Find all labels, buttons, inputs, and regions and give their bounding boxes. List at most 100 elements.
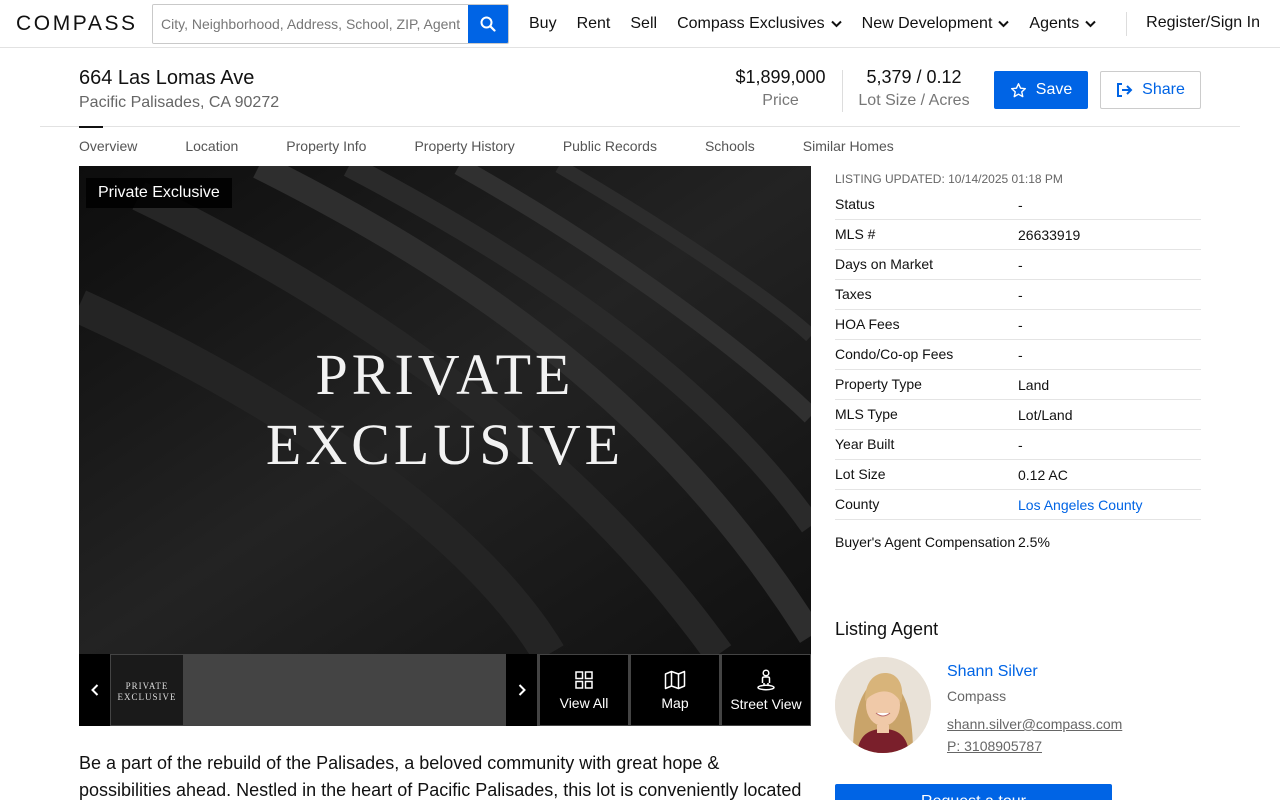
- nav-divider: [1126, 12, 1127, 36]
- section-tabs: Overview Location Property Info Property…: [79, 126, 942, 154]
- hero-title: PRIVATE EXCLUSIVE: [79, 340, 811, 480]
- detail-row-taxes: Taxes -: [835, 280, 1201, 310]
- nav-sell-label: Sell: [630, 15, 658, 32]
- chevron-down-icon: [998, 20, 1010, 28]
- detail-row-hoa-fees: HOA Fees -: [835, 310, 1201, 340]
- listing-address: 664 Las Lomas Ave: [79, 67, 255, 89]
- star-icon: [1010, 82, 1026, 97]
- detail-value: 2.5%: [1018, 534, 1050, 550]
- share-icon: [1117, 83, 1133, 97]
- listing-city: Pacific Palisades, CA 90272: [79, 94, 280, 111]
- price-value: $1,899,000: [735, 67, 826, 87]
- map-button[interactable]: Map: [631, 655, 719, 725]
- nav-buy-label: Buy: [529, 15, 557, 32]
- detail-key: MLS Type: [835, 406, 898, 422]
- nav-new-development[interactable]: New Development: [862, 15, 1010, 33]
- nav-sell[interactable]: Sell: [630, 15, 657, 33]
- tab-property-info[interactable]: Property Info: [286, 138, 366, 154]
- nav-compass-exclusives-label: Compass Exclusives: [677, 15, 825, 32]
- detail-row-days-on-market: Days on Market -: [835, 250, 1201, 280]
- search-input[interactable]: [153, 5, 470, 43]
- detail-row-mls-type: MLS Type Lot/Land: [835, 400, 1201, 430]
- register-signin-link[interactable]: Register/Sign In: [1146, 14, 1260, 32]
- detail-value: -: [1018, 346, 1023, 363]
- save-label: Save: [1035, 81, 1073, 98]
- map-label: Map: [661, 694, 689, 711]
- nav-compass-exclusives[interactable]: Compass Exclusives: [677, 15, 842, 33]
- street-view-button[interactable]: Street View: [722, 655, 810, 725]
- hero-line-1: PRIVATE: [315, 342, 575, 407]
- grid-icon: [575, 670, 593, 689]
- header-divider: [40, 126, 1240, 127]
- detail-row-buyers-agent-compensation: Buyer's Agent Compensation 2.5%: [835, 520, 1201, 564]
- thumbnail-prev-button[interactable]: [79, 654, 110, 726]
- detail-row-condo-fees: Condo/Co-op Fees -: [835, 340, 1201, 370]
- nav-rent[interactable]: Rent: [577, 15, 611, 33]
- detail-key: Days on Market: [835, 256, 934, 272]
- thumbnail-next-button[interactable]: [506, 654, 537, 726]
- thumbnail-1[interactable]: PRIVATE EXCLUSIVE: [111, 655, 183, 725]
- detail-key: Condo/Co-op Fees: [835, 346, 954, 362]
- details-table: Status - MLS # 26633919 Days on Market - Ta…: [835, 190, 1201, 564]
- nav-rent-label: Rent: [576, 15, 611, 32]
- search-button[interactable]: [468, 5, 508, 43]
- detail-value: -: [1018, 436, 1023, 453]
- tab-schools[interactable]: Schools: [705, 138, 755, 154]
- tab-public-records[interactable]: Public Records: [563, 138, 657, 154]
- nav-agents[interactable]: Agents: [1029, 15, 1096, 33]
- detail-row-lot-size: Lot Size 0.12 AC: [835, 460, 1201, 490]
- tab-location[interactable]: Location: [185, 138, 238, 154]
- chevron-down-icon: [1085, 20, 1096, 28]
- lot-value: 5,379 / 0.12: [866, 67, 962, 87]
- price-stat: $1,899,000 Price: [735, 67, 826, 110]
- lot-label: Lot Size / Acres: [858, 92, 970, 109]
- agent-photo: [835, 657, 931, 753]
- lot-stat: 5,379 / 0.12 Lot Size / Acres: [856, 67, 972, 110]
- detail-value: -: [1018, 286, 1023, 303]
- thumbnail-line-1: PRIVATE: [125, 681, 169, 691]
- share-label: Share: [1142, 81, 1185, 98]
- nav-buy[interactable]: Buy: [529, 15, 557, 33]
- detail-value: -: [1018, 316, 1023, 333]
- save-button[interactable]: Save: [994, 71, 1088, 109]
- agent-email-link[interactable]: shann.silver@compass.com: [947, 716, 1122, 732]
- tab-property-history[interactable]: Property History: [414, 138, 514, 154]
- detail-row-county: County Los Angeles County: [835, 490, 1201, 520]
- map-icon: [664, 670, 686, 689]
- detail-key: Property Type: [835, 376, 922, 392]
- view-all-label: View All: [559, 694, 609, 711]
- detail-key: HOA Fees: [835, 316, 900, 332]
- hero-line-2: EXCLUSIVE: [265, 412, 625, 477]
- street-view-label: Street View: [730, 695, 802, 712]
- agent-phone-link[interactable]: P: 3108905787: [947, 738, 1042, 754]
- detail-key: Year Built: [835, 436, 895, 452]
- compass-logo[interactable]: COMPASS: [16, 12, 138, 36]
- detail-key: Taxes: [835, 286, 872, 302]
- agent-name-link[interactable]: Shann Silver: [947, 663, 1038, 681]
- nav-new-development-label: New Development: [861, 15, 993, 32]
- detail-key: County: [835, 496, 880, 512]
- thumbnail-line-2: EXCLUSIVE: [117, 692, 177, 702]
- view-all-button[interactable]: View All: [540, 655, 628, 725]
- listing-description: Be a part of the rebuild of the Palisade…: [79, 753, 802, 800]
- tab-overview[interactable]: Overview: [79, 126, 137, 154]
- tab-similar-homes[interactable]: Similar Homes: [803, 138, 894, 154]
- detail-key: Buyer's Agent Compensation: [835, 533, 1016, 550]
- detail-row-year-built: Year Built -: [835, 430, 1201, 460]
- county-link[interactable]: Los Angeles County: [1018, 497, 1143, 513]
- search-icon: [480, 16, 496, 32]
- detail-value: Land: [1018, 376, 1050, 393]
- private-exclusive-badge: Private Exclusive: [86, 178, 232, 208]
- agent-avatar[interactable]: [835, 657, 931, 753]
- detail-key: Lot Size: [835, 466, 886, 482]
- detail-value: -: [1018, 196, 1023, 213]
- detail-row-status: Status -: [835, 190, 1201, 220]
- price-label: Price: [762, 92, 799, 109]
- nav-links: Buy Rent Sell Compass Exclusives New Dev…: [529, 0, 1116, 48]
- detail-value: 0.12 AC: [1018, 466, 1068, 483]
- listing-agent-heading: Listing Agent: [835, 619, 939, 639]
- share-button[interactable]: Share: [1100, 71, 1201, 109]
- listing-updated: LISTING UPDATED: 10/14/2025 01:18 PM: [835, 172, 1063, 186]
- detail-key: MLS #: [835, 226, 876, 242]
- request-tour-button[interactable]: Request a tour: [835, 784, 1112, 800]
